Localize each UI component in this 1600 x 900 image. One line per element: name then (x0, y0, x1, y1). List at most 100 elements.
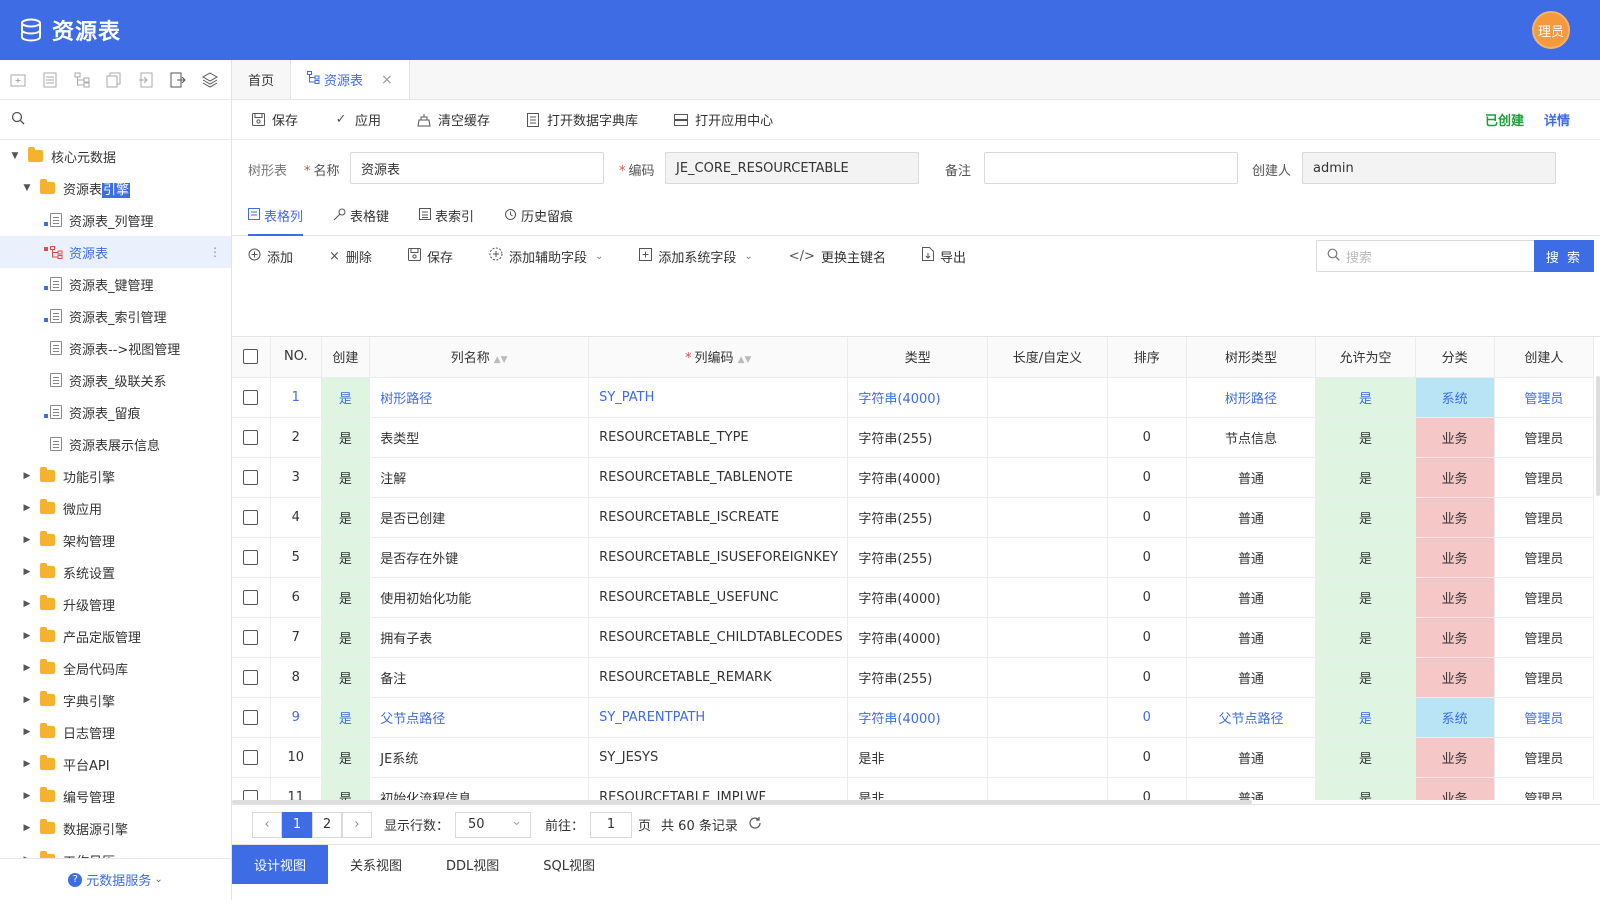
row-checkbox[interactable] (243, 789, 259, 800)
cell-code[interactable]: RESOURCETABLE_TYPE (588, 417, 849, 458)
export-icon[interactable] (168, 70, 187, 89)
header-code[interactable]: * 列编码 ▲▼ (588, 337, 849, 378)
row-select-cell[interactable] (232, 737, 271, 778)
cell-no[interactable]: 8 (270, 657, 322, 698)
import-icon[interactable] (136, 70, 155, 89)
cell-category[interactable]: 系统 (1415, 377, 1495, 418)
tree-item[interactable]: ▶ 功能引擎 (0, 460, 231, 492)
next-page-button[interactable]: › (342, 811, 372, 838)
view-tab-relation[interactable]: 关系视图 (328, 845, 424, 884)
cell-order[interactable]: 0 (1107, 737, 1187, 778)
cell-order[interactable]: 0 (1107, 617, 1187, 658)
cell-name[interactable]: 树形路径 (369, 377, 590, 418)
cell-no[interactable]: 1 (270, 377, 322, 418)
add-button[interactable]: 添加 (248, 247, 293, 266)
cell-type[interactable]: 是非 (847, 777, 989, 800)
row-select-cell[interactable] (232, 577, 271, 618)
name-field[interactable]: 资源表 (350, 152, 604, 184)
cell-length[interactable] (987, 737, 1108, 778)
table-row[interactable]: 11 是初始化流程信息 RESOURCETABLE_IMPLWF 是非 0 普通是业务 管理… (232, 777, 1595, 800)
table-row[interactable]: 2 是表类型 RESOURCETABLE_TYPE 字符串(255) 0 节点信息是业务管… (232, 417, 1595, 458)
cell-category[interactable]: 业务 (1415, 617, 1495, 658)
tree-item[interactable]: ▶ 字典引擎 (0, 684, 231, 716)
grid-search-button[interactable]: 搜 索 (1534, 240, 1594, 272)
tree-item[interactable]: 资源表 ⋮ (0, 236, 231, 268)
caret-right-icon[interactable]: ▶ (22, 471, 32, 481)
cell-name[interactable]: 注解 (369, 457, 590, 498)
row-select-cell[interactable] (232, 657, 271, 698)
tree-item[interactable]: ▶ 产品定版管理 (0, 620, 231, 652)
row-checkbox[interactable] (243, 509, 259, 525)
cell-code[interactable]: RESOURCETABLE_TABLENOTE (588, 457, 849, 498)
cell-type[interactable]: 字符串(4000) (847, 617, 989, 658)
cell-no[interactable]: 9 (270, 697, 322, 738)
cell-created[interactable]: 是 (321, 617, 371, 658)
cell-order[interactable]: 0 (1107, 537, 1187, 578)
row-select-cell[interactable] (232, 537, 271, 578)
caret-right-icon[interactable]: ▶ (22, 599, 32, 609)
cell-tree-type[interactable]: 节点信息 (1186, 417, 1317, 458)
metadata-service-link[interactable]: ? 元数据服务 ⌄ (0, 858, 231, 900)
cell-length[interactable] (987, 497, 1108, 538)
row-select-cell[interactable] (232, 377, 271, 418)
rows-per-page-select[interactable]: 50 (455, 811, 532, 838)
cell-nullable[interactable]: 是 (1315, 577, 1416, 618)
save-button[interactable]: 保存 (250, 110, 298, 129)
export-button[interactable]: 导出 (921, 247, 966, 266)
clear-cache-button[interactable]: 清空缓存 (416, 110, 490, 129)
tree-item[interactable]: 资源表_级联关系 (0, 364, 231, 396)
cell-code[interactable]: RESOURCETABLE_ISCREATE (588, 497, 849, 538)
cell-length[interactable] (987, 537, 1108, 578)
cell-created[interactable]: 是 (321, 417, 371, 458)
row-checkbox[interactable] (243, 589, 259, 605)
cell-type[interactable]: 字符串(4000) (847, 377, 989, 418)
cell-name[interactable]: JE系统 (369, 737, 590, 778)
table-row[interactable]: 7 是拥有子表 RESOURCETABLE_CHILDTABLECODES 字符串(4… (232, 617, 1595, 658)
cell-code[interactable]: SY_PARENTPATH (588, 697, 849, 738)
cell-category[interactable]: 业务 (1415, 457, 1495, 498)
cell-nullable[interactable]: 是 (1315, 777, 1416, 800)
cell-tree-type[interactable]: 普通 (1186, 497, 1317, 538)
caret-down-icon[interactable]: ▼ (10, 151, 20, 161)
cell-name[interactable]: 使用初始化功能 (369, 577, 590, 618)
cell-length[interactable] (987, 697, 1108, 738)
tree-item[interactable]: ▼ 资源表引擎 (0, 172, 231, 204)
page-1-button[interactable]: 1 (282, 811, 312, 838)
subtab-indexes[interactable]: 表索引 (419, 196, 474, 235)
cell-length[interactable] (987, 577, 1108, 618)
cell-category[interactable]: 业务 (1415, 577, 1495, 618)
cell-type[interactable]: 字符串(255) (847, 657, 989, 698)
cell-nullable[interactable]: 是 (1315, 617, 1416, 658)
cell-name[interactable]: 是否存在外键 (369, 537, 590, 578)
sort-icon[interactable]: ▲▼ (494, 355, 508, 365)
row-select-cell[interactable] (232, 777, 271, 800)
cell-tree-type[interactable]: 普通 (1186, 777, 1317, 800)
table-row[interactable]: 1 是树形路径 SY_PATH 字符串(4000) 树形路径是系统 管理员 (232, 377, 1595, 418)
cell-no[interactable]: 7 (270, 617, 322, 658)
cell-tree-type[interactable]: 树形路径 (1186, 377, 1317, 418)
refresh-icon[interactable] (748, 816, 762, 834)
cell-tree-type[interactable]: 父节点路径 (1186, 697, 1317, 738)
cell-creator[interactable]: 管理员 (1494, 577, 1595, 618)
tree-item[interactable]: 资源表_留痕 (0, 396, 231, 428)
cell-no[interactable]: 3 (270, 457, 322, 498)
cell-nullable[interactable]: 是 (1315, 457, 1416, 498)
row-select-cell[interactable] (232, 617, 271, 658)
cell-no[interactable]: 6 (270, 577, 322, 618)
row-select-cell[interactable] (232, 497, 271, 538)
cell-order[interactable]: 0 (1107, 417, 1187, 458)
cell-no[interactable]: 11 (270, 777, 322, 800)
user-avatar[interactable]: 理员 (1532, 11, 1570, 49)
tab-home[interactable]: 首页 (232, 60, 290, 99)
row-select-cell[interactable] (232, 697, 271, 738)
cell-code[interactable]: RESOURCETABLE_CHILDTABLECODES (588, 617, 849, 658)
cell-creator[interactable]: 管理员 (1494, 617, 1595, 658)
cell-type[interactable]: 是非 (847, 737, 989, 778)
tree-item[interactable]: ▶ 架构管理 (0, 524, 231, 556)
caret-right-icon[interactable]: ▶ (22, 727, 32, 737)
table-row[interactable]: 4 是是否已创建 RESOURCETABLE_ISCREATE 字符串(255) 0 普通… (232, 497, 1595, 538)
sidebar-search[interactable] (0, 100, 231, 140)
change-pk-button[interactable]: </> 更换主键名 (789, 247, 886, 266)
open-app-center-button[interactable]: 打开应用中心 (673, 110, 773, 129)
tree-item[interactable]: ▶工作日历 (0, 844, 231, 858)
